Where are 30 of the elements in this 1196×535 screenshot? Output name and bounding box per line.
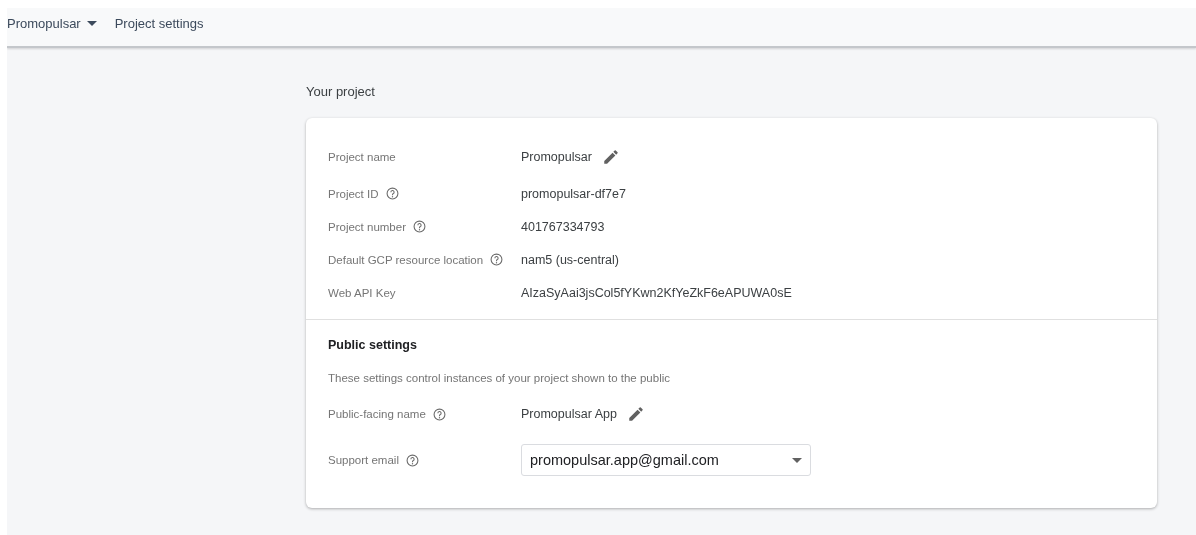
- pencil-icon: [626, 405, 645, 423]
- field-label: Project name: [328, 151, 396, 163]
- edit-button[interactable]: [626, 405, 645, 423]
- field-label: Default GCP resource location: [328, 253, 484, 266]
- field-value: Promopulsar: [521, 150, 592, 164]
- caret-icon: [792, 457, 802, 463]
- pencil-icon: [601, 148, 620, 166]
- help-icon[interactable]: [413, 220, 426, 233]
- help-icon[interactable]: [405, 453, 419, 467]
- field-value: Promopulsar App: [521, 407, 617, 421]
- caret-icon: [86, 20, 97, 26]
- project-switcher[interactable]: Promopulsar: [7, 15, 97, 31]
- field-value: AIzaSyAai3jsCol5fYKwn2KfYeZkF6eAPUWA0sE: [521, 285, 792, 300]
- help-icon[interactable]: [490, 253, 504, 266]
- edit-button[interactable]: [601, 148, 620, 166]
- help-icon[interactable]: [385, 187, 399, 200]
- page-title: Project settings: [114, 15, 204, 31]
- section-description: These settings control instances of your project shown to the public: [328, 372, 671, 384]
- help-icon[interactable]: [432, 407, 446, 421]
- email-dropdown[interactable]: promopulsar.app@gmail.com: [521, 444, 811, 476]
- field-label: Public-facing name: [328, 408, 426, 420]
- field-value: nam5 (us-central): [521, 252, 619, 267]
- field-label: Web API Key: [328, 286, 396, 299]
- field-label: Project number: [328, 220, 406, 233]
- section-heading: Public settings: [328, 338, 418, 352]
- field-label: Project ID: [328, 187, 379, 200]
- section-title: Your project: [306, 84, 376, 99]
- field-value: promopulsar-df7e7: [521, 186, 626, 201]
- field-label: Support email: [328, 454, 399, 466]
- field-value: 401767334793: [521, 219, 605, 234]
